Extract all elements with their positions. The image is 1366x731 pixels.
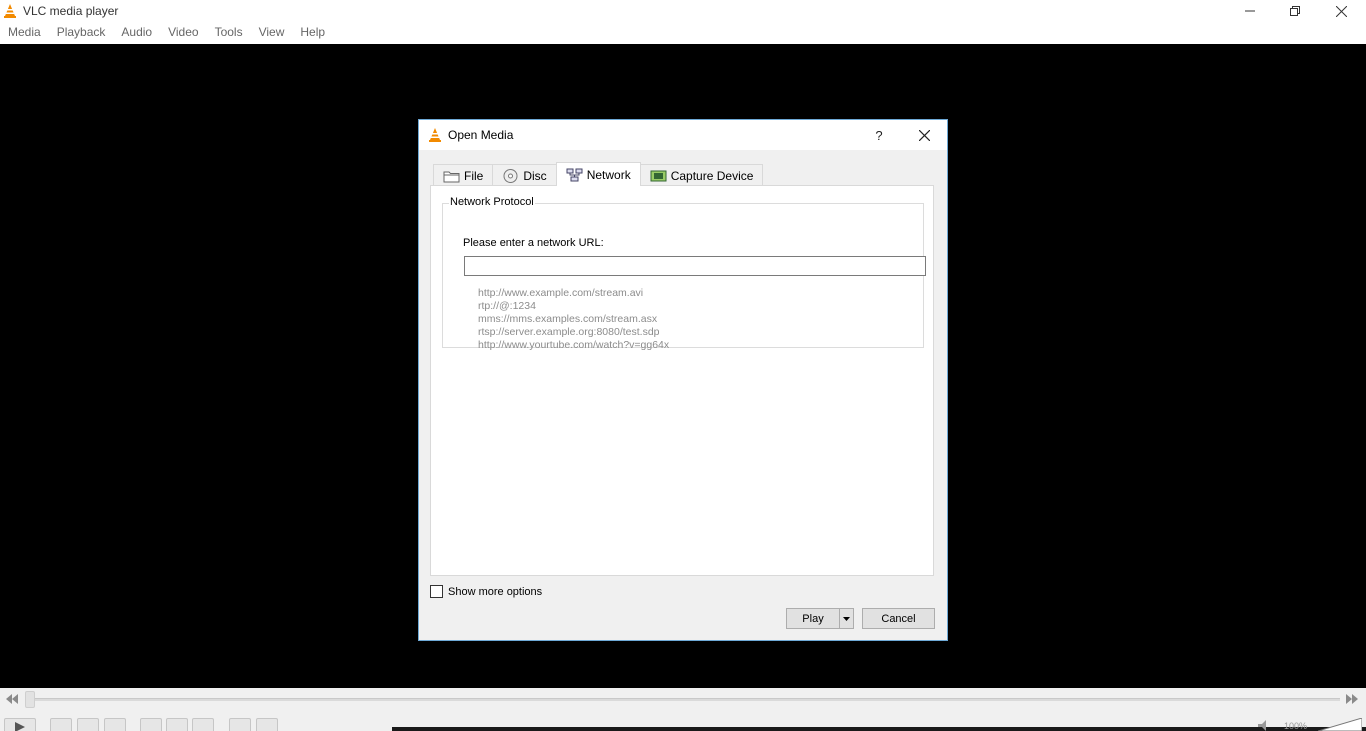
seek-handle[interactable] bbox=[25, 691, 35, 708]
open-media-dialog: Open Media ? File Disc Network Capture D… bbox=[418, 119, 948, 641]
previous-button[interactable] bbox=[50, 718, 72, 731]
close-window-button[interactable] bbox=[1318, 0, 1364, 22]
disc-icon bbox=[503, 168, 518, 183]
volume-slider[interactable] bbox=[1318, 718, 1362, 731]
playlist-button[interactable] bbox=[192, 718, 214, 731]
minimize-icon bbox=[1245, 10, 1255, 12]
play-options-dropdown[interactable] bbox=[840, 609, 853, 628]
url-examples: http://www.example.com/stream.avi rtp://… bbox=[478, 287, 669, 352]
play-split-button: Play bbox=[786, 608, 854, 629]
cancel-button[interactable]: Cancel bbox=[862, 608, 935, 629]
network-tab-panel: Please enter a network URL: http://www.e… bbox=[430, 185, 934, 576]
url-example: rtsp://server.example.org:8080/test.sdp bbox=[478, 326, 660, 338]
chevron-down-icon bbox=[843, 616, 850, 621]
play-dialog-button[interactable]: Play bbox=[787, 609, 840, 628]
seek-backward-icon[interactable] bbox=[6, 694, 18, 704]
vlc-cone-icon bbox=[429, 128, 441, 142]
close-dialog-button[interactable] bbox=[907, 120, 941, 150]
fullscreen-button[interactable] bbox=[140, 718, 162, 731]
url-example: http://www.yourtube.com/watch?v=gg64x bbox=[478, 339, 670, 351]
dialog-title: Open Media bbox=[448, 128, 514, 142]
network-icon bbox=[566, 168, 583, 181]
tab-network[interactable]: Network bbox=[555, 162, 641, 186]
restore-icon bbox=[1290, 6, 1300, 16]
menu-playback[interactable]: Playback bbox=[49, 22, 114, 44]
tab-disc-label: Disc bbox=[523, 168, 547, 183]
play-button[interactable] bbox=[4, 718, 36, 731]
menu-bar: Media Playback Audio Video Tools View He… bbox=[0, 22, 1366, 44]
url-example: rtp://@:1234 bbox=[478, 300, 536, 312]
network-protocol-title: Network Protocol bbox=[449, 196, 535, 208]
tab-file[interactable]: File bbox=[433, 164, 494, 186]
playback-controls: 100% bbox=[0, 688, 1366, 731]
tab-network-label: Network bbox=[586, 167, 631, 182]
help-button[interactable]: ? bbox=[865, 120, 893, 150]
menu-video[interactable]: Video bbox=[160, 22, 206, 44]
tab-file-label: File bbox=[464, 168, 484, 183]
seek-bar[interactable] bbox=[26, 698, 1340, 701]
extended-settings-button[interactable] bbox=[166, 718, 188, 731]
next-button[interactable] bbox=[104, 718, 126, 731]
restore-button[interactable] bbox=[1272, 0, 1318, 22]
tab-capture-device-label: Capture Device bbox=[670, 168, 754, 183]
seek-forward-icon[interactable] bbox=[1346, 694, 1358, 704]
window-titlebar: VLC media player bbox=[0, 0, 1366, 22]
network-protocol-group: Please enter a network URL: http://www.e… bbox=[442, 203, 926, 351]
window-title: VLC media player bbox=[23, 4, 119, 18]
volume-level: 100% bbox=[1284, 721, 1308, 731]
menu-help[interactable]: Help bbox=[292, 22, 333, 44]
close-icon bbox=[1335, 5, 1347, 17]
speaker-icon[interactable] bbox=[1258, 720, 1274, 731]
capture-device-icon bbox=[650, 170, 667, 181]
show-more-options-label: Show more options bbox=[448, 585, 543, 598]
show-more-options-checkbox[interactable] bbox=[430, 585, 443, 598]
loop-button[interactable] bbox=[229, 718, 251, 731]
play-icon bbox=[15, 722, 25, 731]
url-example: mms://mms.examples.com/stream.asx bbox=[478, 313, 658, 325]
controls-divider bbox=[392, 727, 1366, 731]
close-icon bbox=[918, 129, 930, 141]
minimize-button[interactable] bbox=[1227, 0, 1273, 22]
tab-capture-device[interactable]: Capture Device bbox=[639, 164, 764, 186]
menu-tools[interactable]: Tools bbox=[207, 22, 251, 44]
dialog-titlebar: Open Media ? bbox=[419, 120, 947, 150]
show-more-options[interactable]: Show more options bbox=[430, 585, 542, 598]
stop-button[interactable] bbox=[77, 718, 99, 731]
shuffle-button[interactable] bbox=[256, 718, 278, 731]
menu-view[interactable]: View bbox=[251, 22, 293, 44]
menu-media[interactable]: Media bbox=[0, 22, 49, 44]
url-label: Please enter a network URL: bbox=[463, 237, 604, 249]
menu-audio[interactable]: Audio bbox=[113, 22, 160, 44]
vlc-cone-icon bbox=[4, 4, 16, 18]
tab-disc[interactable]: Disc bbox=[492, 164, 557, 186]
folder-icon bbox=[443, 171, 460, 182]
network-url-input[interactable] bbox=[464, 256, 926, 276]
url-example: http://www.example.com/stream.avi bbox=[478, 287, 644, 299]
media-source-tabs: File Disc Network Capture Device bbox=[433, 162, 764, 186]
